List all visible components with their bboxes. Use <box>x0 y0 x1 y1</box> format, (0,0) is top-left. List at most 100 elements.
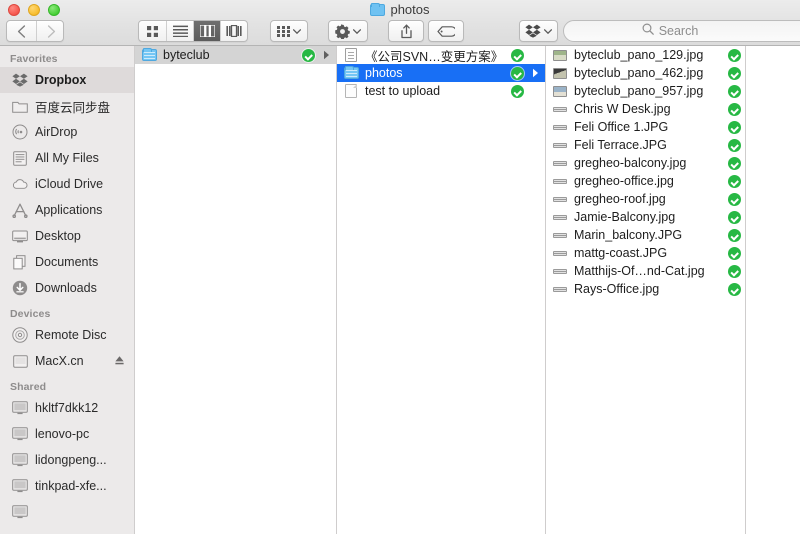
dropbox-icon <box>525 24 541 38</box>
column-1[interactable]: byteclub <box>135 46 337 534</box>
finder-window: photos Search Favorites Dropbox 百度云同步盘 A… <box>0 0 800 534</box>
share-button[interactable] <box>389 21 423 41</box>
column-2[interactable]: 《公司SVN…变更方案》 photos test to upload <box>337 46 546 534</box>
dropbox-icon <box>12 72 28 88</box>
tag-button[interactable] <box>429 21 463 41</box>
document-icon <box>343 84 359 98</box>
sidebar-item-label: lenovo-pc <box>35 427 90 441</box>
file-row[interactable]: gregheo-office.jpg <box>546 172 745 190</box>
sync-ok-badge <box>728 210 741 224</box>
row-label: 《公司SVN…变更方案》 <box>365 49 504 64</box>
dropbox-menu[interactable] <box>519 20 558 42</box>
sync-ok-badge <box>728 246 741 260</box>
image-thumb-c-icon <box>552 84 568 98</box>
sidebar-item-documents[interactable]: Documents <box>0 249 134 275</box>
sync-ok-badge <box>728 192 741 206</box>
action-gear-button[interactable] <box>329 21 367 41</box>
image-flat-icon <box>552 282 568 296</box>
file-row[interactable]: gregheo-roof.jpg <box>546 190 745 208</box>
folder-icon <box>141 47 157 62</box>
sidebar-item-label: All My Files <box>35 151 99 165</box>
sync-ok-badge <box>728 84 741 98</box>
sync-ok-badge <box>728 138 741 152</box>
sync-ok-badge <box>728 174 741 188</box>
list-view-button[interactable] <box>166 21 193 41</box>
disclosure-arrow-icon <box>532 68 541 78</box>
sync-ok-badge <box>728 264 741 278</box>
sidebar-item-lenovo-pc[interactable]: lenovo-pc <box>0 421 134 447</box>
row-label: photos <box>365 66 403 80</box>
sidebar-item-tinkpad-xfe[interactable]: tinkpad-xfe... <box>0 473 134 499</box>
forward-button[interactable] <box>36 21 65 41</box>
sidebar-item-label: AirDrop <box>35 125 78 139</box>
back-button[interactable] <box>7 21 36 41</box>
sync-ok-badge <box>728 120 741 134</box>
sidebar-item-applications[interactable]: Applications <box>0 197 134 223</box>
sidebar-item-remote-disc[interactable]: Remote Disc <box>0 322 134 348</box>
tags-menu[interactable] <box>428 20 464 42</box>
sidebar-item-dropbox[interactable]: Dropbox <box>0 67 134 93</box>
coverflow-view-button[interactable] <box>220 21 247 41</box>
sidebar-item-desktop[interactable]: Desktop <box>0 223 134 249</box>
arrange-menu[interactable] <box>270 20 308 42</box>
file-row[interactable]: mattg-coast.JPG <box>546 244 745 262</box>
zoom-button[interactable] <box>48 4 60 16</box>
display-icon <box>12 400 28 416</box>
image-flat-icon <box>552 120 568 134</box>
file-row[interactable]: byteclub_pano_129.jpg <box>546 46 745 64</box>
column-view-button[interactable] <box>193 21 220 41</box>
column-row-byteclub[interactable]: byteclub <box>135 46 336 64</box>
file-row[interactable]: Feli Office 1.JPG <box>546 118 745 136</box>
file-row[interactable]: Chris W Desk.jpg <box>546 100 745 118</box>
folder-icon <box>370 3 386 16</box>
airdrop-icon <box>12 124 28 140</box>
row-label: mattg-coast.JPG <box>574 246 668 260</box>
sidebar-item-lidongpeng[interactable]: lidongpeng... <box>0 447 134 473</box>
action-menu[interactable] <box>328 20 368 42</box>
close-button[interactable] <box>8 4 20 16</box>
icon-view-button[interactable] <box>139 21 166 41</box>
column-4[interactable] <box>746 46 800 534</box>
eject-icon[interactable] <box>114 355 125 369</box>
file-row[interactable]: Marin_balcony.JPG <box>546 226 745 244</box>
sidebar-item-airdrop[interactable]: AirDrop <box>0 119 134 145</box>
file-row[interactable]: Feli Terrace.JPG <box>546 136 745 154</box>
column-row-photos[interactable]: photos <box>337 64 545 82</box>
sidebar-item-all-my-files[interactable]: All My Files <box>0 145 134 171</box>
row-label: byteclub_pano_957.jpg <box>574 84 704 98</box>
dropbox-button[interactable] <box>520 21 557 41</box>
sidebar-item-macx-cn[interactable]: MacX.cn <box>0 348 134 374</box>
display-icon <box>12 504 28 520</box>
arrange-button[interactable] <box>271 21 307 41</box>
sidebar-item-icloud-drive[interactable]: iCloud Drive <box>0 171 134 197</box>
file-row[interactable]: Rays-Office.jpg <box>546 280 745 298</box>
sidebar-item-hkltf7dkk12[interactable]: hkltf7dkk12 <box>0 395 134 421</box>
icloud-icon <box>12 176 28 192</box>
row-label: byteclub_pano_129.jpg <box>574 48 704 62</box>
sync-ok-badge <box>302 48 315 62</box>
sidebar-item-downloads[interactable]: Downloads <box>0 275 134 301</box>
sidebar-item-baidu-sync[interactable]: 百度云同步盘 <box>0 93 134 119</box>
column-row-svn-doc[interactable]: 《公司SVN…变更方案》 <box>337 46 545 64</box>
file-row[interactable]: byteclub_pano_462.jpg <box>546 64 745 82</box>
minimize-button[interactable] <box>28 4 40 16</box>
file-row[interactable]: gregheo-balcony.jpg <box>546 154 745 172</box>
sync-ok-badge <box>728 102 741 116</box>
folder-icon <box>343 65 359 80</box>
column-row-test-to-upload[interactable]: test to upload <box>337 82 545 100</box>
share-menu[interactable] <box>388 20 424 42</box>
file-row[interactable]: Jamie-Balcony.jpg <box>546 208 745 226</box>
traffic-light-controls <box>8 4 60 16</box>
image-flat-icon <box>552 246 568 260</box>
row-label: Feli Terrace.JPG <box>574 138 667 152</box>
column-3[interactable]: byteclub_pano_129.jpg byteclub_pano_462.… <box>546 46 746 534</box>
sidebar-item-partial[interactable] <box>0 499 134 525</box>
file-row[interactable]: byteclub_pano_957.jpg <box>546 82 745 100</box>
sidebar[interactable]: Favorites Dropbox 百度云同步盘 AirDrop All My … <box>0 46 135 534</box>
image-flat-icon <box>552 156 568 170</box>
share-icon <box>400 24 413 39</box>
search-field[interactable]: Search <box>563 20 800 42</box>
image-flat-icon <box>552 192 568 206</box>
sidebar-item-label: lidongpeng... <box>35 453 107 467</box>
file-row[interactable]: Matthijs-Of…nd-Cat.jpg <box>546 262 745 280</box>
